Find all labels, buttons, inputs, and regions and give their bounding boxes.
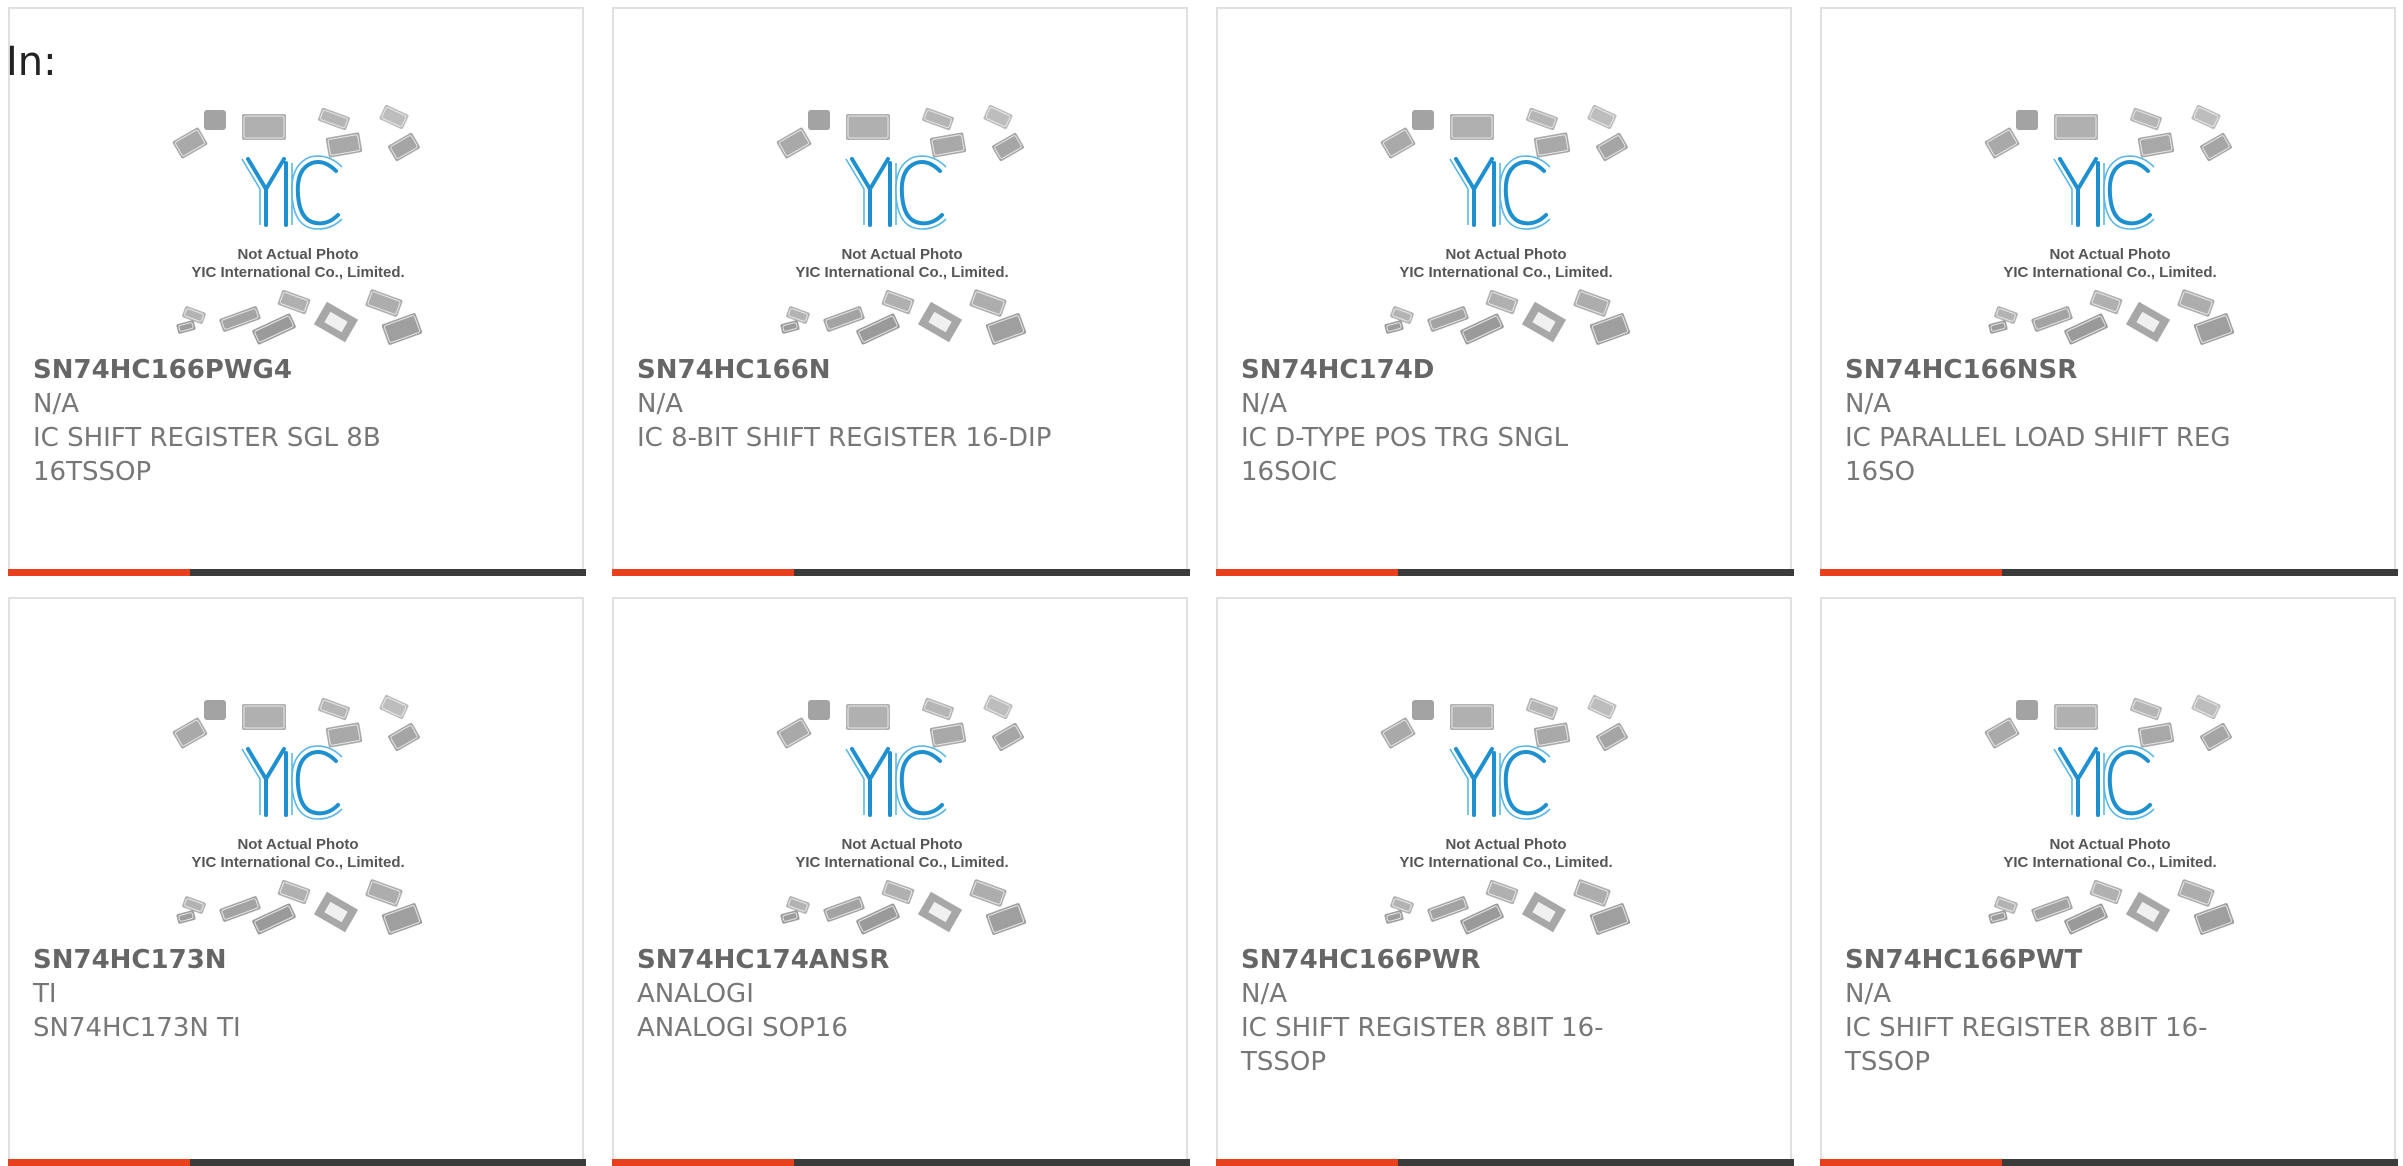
product-card[interactable]: Not Actual Photo YIC International Co., L… — [8, 7, 586, 576]
yic-logo-icon — [1454, 157, 1548, 227]
placeholder-line2: YIC International Co., Limited. — [191, 854, 404, 871]
placeholder-line2: YIC International Co., Limited. — [795, 264, 1008, 281]
placeholder-line1: Not Actual Photo — [841, 836, 962, 853]
part-number[interactable]: SN74HC166PWG4 — [33, 353, 292, 387]
product-photo-placeholder: Not Actual Photo YIC International Co., L… — [166, 97, 430, 347]
product-card[interactable]: Not Actual Photo YIC International Co., L… — [8, 597, 586, 1166]
manufacturer: TI — [33, 979, 57, 1009]
manufacturer: N/A — [1241, 389, 1287, 419]
card-bottom-bar — [1216, 569, 1794, 576]
placeholder-line2: YIC International Co., Limited. — [2003, 854, 2216, 871]
placeholder-line2: YIC International Co., Limited. — [2003, 264, 2216, 281]
product-description: IC SHIFT REGISTER 8BIT 16-TSSOP — [1845, 1013, 2208, 1077]
manufacturer: N/A — [637, 389, 683, 419]
card-accent-bar — [612, 569, 794, 576]
card-bottom-bar — [612, 569, 1190, 576]
product-description: IC PARALLEL LOAD SHIFT REG 16SO — [1845, 423, 2231, 487]
yic-logo-icon — [850, 157, 944, 227]
manufacturer: ANALOGI — [637, 979, 754, 1009]
part-number[interactable]: SN74HC166PWT — [1845, 943, 2082, 977]
part-number[interactable]: SN74HC166N — [637, 353, 831, 387]
placeholder-line1: Not Actual Photo — [237, 836, 358, 853]
part-number[interactable]: SN74HC173N — [33, 943, 227, 977]
product-description: IC D-TYPE POS TRG SNGL 16SOIC — [1241, 423, 1569, 487]
placeholder-line1: Not Actual Photo — [2049, 246, 2170, 263]
card-accent-bar — [1216, 1159, 1398, 1166]
part-number[interactable]: SN74HC166PWR — [1241, 943, 1481, 977]
product-photo-placeholder: Not Actual Photo YIC International Co., L… — [770, 687, 1034, 937]
card-accent-bar — [1820, 569, 2002, 576]
placeholder-line1: Not Actual Photo — [2049, 836, 2170, 853]
part-number[interactable]: SN74HC174D — [1241, 353, 1434, 387]
product-card[interactable]: Not Actual Photo YIC International Co., L… — [1216, 597, 1794, 1166]
placeholder-line2: YIC International Co., Limited. — [795, 854, 1008, 871]
manufacturer: N/A — [1845, 389, 1891, 419]
placeholder-line1: Not Actual Photo — [1445, 836, 1566, 853]
filter-label: In: — [6, 39, 57, 85]
yic-logo-icon — [2058, 157, 2152, 227]
card-bottom-bar — [1216, 1159, 1794, 1166]
product-description: SN74HC173N TI — [33, 1013, 241, 1043]
card-bottom-bar — [612, 1159, 1190, 1166]
yic-logo-icon — [1454, 747, 1548, 817]
placeholder-line1: Not Actual Photo — [1445, 246, 1566, 263]
product-photo-placeholder: Not Actual Photo YIC International Co., L… — [1374, 97, 1638, 347]
placeholder-line2: YIC International Co., Limited. — [1399, 264, 1612, 281]
product-photo-placeholder: Not Actual Photo YIC International Co., L… — [1374, 687, 1638, 937]
yic-logo-icon — [246, 747, 340, 817]
placeholder-line2: YIC International Co., Limited. — [191, 264, 404, 281]
placeholder-line1: Not Actual Photo — [841, 246, 962, 263]
yic-logo-icon — [850, 747, 944, 817]
manufacturer: N/A — [1241, 979, 1287, 1009]
product-description: IC 8-BIT SHIFT REGISTER 16-DIP — [637, 423, 1052, 453]
product-card[interactable]: Not Actual Photo YIC International Co., L… — [1820, 597, 2398, 1166]
product-description: ANALOGI SOP16 — [637, 1013, 848, 1043]
product-photo-placeholder: Not Actual Photo YIC International Co., L… — [166, 687, 430, 937]
card-accent-bar — [1820, 1159, 2002, 1166]
yic-logo-icon — [2058, 747, 2152, 817]
card-bottom-bar — [8, 569, 586, 576]
card-bottom-bar — [1820, 1159, 2398, 1166]
yic-logo-icon — [246, 157, 340, 227]
manufacturer: N/A — [33, 389, 79, 419]
placeholder-line1: Not Actual Photo — [237, 246, 358, 263]
product-photo-placeholder: Not Actual Photo YIC International Co., L… — [1978, 97, 2242, 347]
product-card[interactable]: Not Actual Photo YIC International Co., L… — [612, 7, 1190, 576]
card-accent-bar — [8, 1159, 190, 1166]
product-description: IC SHIFT REGISTER 8BIT 16-TSSOP — [1241, 1013, 1604, 1077]
manufacturer: N/A — [1845, 979, 1891, 1009]
card-bottom-bar — [1820, 569, 2398, 576]
card-accent-bar — [612, 1159, 794, 1166]
card-bottom-bar — [8, 1159, 586, 1166]
product-card[interactable]: Not Actual Photo YIC International Co., L… — [1820, 7, 2398, 576]
part-number[interactable]: SN74HC166NSR — [1845, 353, 2077, 387]
product-card[interactable]: Not Actual Photo YIC International Co., L… — [612, 597, 1190, 1166]
product-card[interactable]: Not Actual Photo YIC International Co., L… — [1216, 7, 1794, 576]
product-description: IC SHIFT REGISTER SGL 8B 16TSSOP — [33, 423, 381, 487]
part-number[interactable]: SN74HC174ANSR — [637, 943, 889, 977]
card-accent-bar — [8, 569, 190, 576]
product-photo-placeholder: Not Actual Photo YIC International Co., L… — [770, 97, 1034, 347]
product-photo-placeholder: Not Actual Photo YIC International Co., L… — [1978, 687, 2242, 937]
card-accent-bar — [1216, 569, 1398, 576]
placeholder-line2: YIC International Co., Limited. — [1399, 854, 1612, 871]
